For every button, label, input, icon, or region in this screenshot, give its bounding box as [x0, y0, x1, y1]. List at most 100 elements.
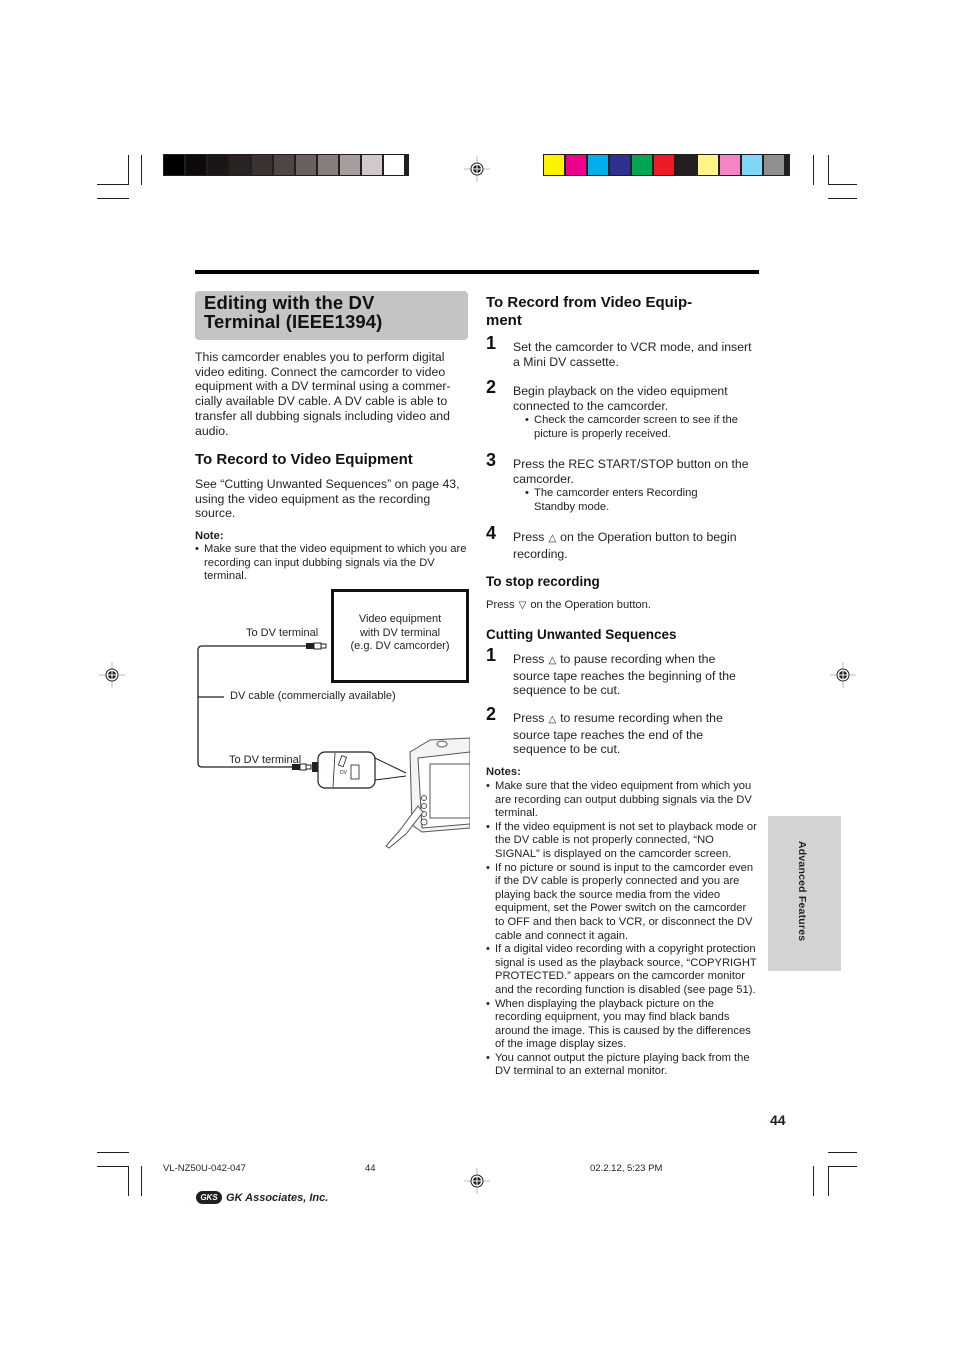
section-title-box: Editing with the DV Terminal (IEEE1394) — [195, 291, 468, 340]
step-text: Press the REC START/STOP button on the c… — [513, 457, 749, 486]
cutting-step-2: 2 Press △ to resume recording when the sou… — [486, 705, 761, 757]
step-subnote: The camcorder enters Recording Standby m… — [525, 487, 734, 514]
color-swatch — [318, 155, 338, 175]
section-side-tab: Advanced Features — [768, 816, 841, 971]
record-to-text: See “Cutting Unwanted Sequences” on page… — [195, 477, 460, 521]
step-text: Press △ to pause recording when the source… — [513, 652, 748, 698]
crop-mark — [97, 184, 129, 185]
color-swatch — [566, 155, 586, 175]
color-swatch — [764, 155, 784, 175]
step-text-pre: Press — [513, 711, 545, 725]
crop-mark — [128, 1166, 129, 1196]
stop-recording-heading: To stop recording — [486, 574, 600, 589]
cutting-heading: Cutting Unwanted Sequences — [486, 627, 677, 642]
note-title: Note: — [195, 530, 224, 542]
company-name: GK Associates, Inc. — [226, 1191, 329, 1204]
note-item: Make sure that the video equipment from … — [486, 780, 758, 821]
registration-mark-icon — [99, 662, 125, 688]
color-swatch — [164, 155, 184, 175]
step-text: Press △ to resume recording when the sourc… — [513, 711, 758, 757]
record-from-heading-line-1: To Record from Video Equip- — [486, 294, 693, 311]
color-swatch — [186, 155, 206, 175]
stop-recording-text: Press ▽ on the Operation button. — [486, 599, 651, 613]
crop-mark — [828, 155, 829, 185]
notes-title: Notes: — [486, 766, 521, 778]
record-step-4: 4 Press △ on the Operation button to begin… — [486, 524, 761, 561]
header-rule — [195, 270, 759, 274]
registration-mark-icon — [830, 662, 856, 688]
down-triangle-icon: ▽ — [518, 600, 527, 611]
footer-logo: GKS GK Associates, Inc. — [196, 1191, 328, 1204]
crop-mark — [828, 198, 857, 199]
side-tab-label: Advanced Features — [796, 841, 808, 942]
color-swatch — [274, 155, 294, 175]
note-item: You cannot output the picture playing ba… — [486, 1052, 758, 1079]
notes-list: Make sure that the video equipment from … — [486, 780, 758, 1079]
record-step-1: 1 Set the camcorder to VCR mode, and ins… — [486, 334, 761, 369]
registration-mark-icon — [464, 1168, 490, 1194]
color-swatch — [362, 155, 382, 175]
crop-mark — [128, 155, 129, 185]
record-from-heading: To Record from Video Equip- ment — [486, 294, 692, 330]
crop-mark — [97, 1152, 129, 1153]
step-number: 1 — [486, 645, 497, 665]
color-swatch — [384, 155, 404, 175]
step-number: 4 — [486, 523, 497, 543]
color-swatch — [296, 155, 316, 175]
step-text: Set the camcorder to VCR mode, and inser… — [513, 340, 752, 369]
step-text-pre: Press — [513, 652, 545, 666]
record-step-3: 3 Press the REC START/STOP button on the… — [486, 451, 761, 515]
step-number: 1 — [486, 333, 497, 353]
intro-paragraph: This camcorder enables you to perform di… — [195, 350, 451, 438]
note-item: When displaying the playback picture on … — [486, 998, 758, 1052]
camcorder-illustration — [385, 737, 470, 849]
color-swatch — [340, 155, 360, 175]
step-number: 2 — [486, 704, 497, 724]
color-swatch — [676, 155, 696, 175]
color-swatch — [230, 155, 250, 175]
color-swatch — [632, 155, 652, 175]
footer-date: 02.2.12, 5:23 PM — [590, 1163, 663, 1174]
crop-mark — [141, 1166, 142, 1196]
crop-mark — [828, 1166, 829, 1196]
color-swatch — [698, 155, 718, 175]
dv-plug-bottom — [292, 763, 312, 771]
step-text: Press △ on the Operation button to begin r… — [513, 530, 761, 561]
grayscale-color-bar — [163, 154, 409, 176]
title-line-2: Terminal (IEEE1394) — [204, 311, 383, 332]
label-to-dv-terminal-top: To DV terminal — [246, 627, 319, 639]
step-text-post: to pause recording when the source tape … — [513, 652, 736, 698]
dv-plug-top — [306, 642, 327, 650]
port-label: DV — [340, 770, 348, 776]
registration-mark-icon — [464, 156, 490, 182]
note-item: If no picture or sound is input to the c… — [486, 862, 758, 944]
crop-mark — [828, 1152, 857, 1153]
step-number: 2 — [486, 377, 497, 397]
step-text-post: to resume recording when the source tape… — [513, 711, 723, 757]
up-triangle-icon: △ — [548, 714, 557, 725]
color-swatch — [588, 155, 608, 175]
crop-mark — [97, 1166, 129, 1167]
process-color-bar — [543, 154, 790, 176]
crop-mark — [828, 184, 857, 185]
page-number: 44 — [770, 1112, 786, 1128]
footer-page: 44 — [365, 1163, 376, 1174]
color-swatch — [544, 155, 564, 175]
step-number: 3 — [486, 450, 497, 470]
record-step-2: 2 Begin playback on the video equipment … — [486, 378, 761, 442]
crop-mark — [141, 155, 142, 185]
color-swatch — [252, 155, 272, 175]
color-swatch — [610, 155, 630, 175]
step-subnote: Check the camcorder screen to see if the… — [525, 414, 754, 441]
stop-text-post: on the Operation button. — [530, 599, 651, 611]
crop-mark — [813, 1166, 814, 1196]
cutting-step-1: 1 Press △ to pause recording when the sour… — [486, 646, 761, 698]
stop-text-pre: Press — [486, 599, 515, 611]
gks-logo-icon: GKS — [196, 1191, 222, 1204]
record-from-heading-line-2: ment — [486, 312, 522, 329]
color-swatch — [654, 155, 674, 175]
crop-mark — [97, 198, 129, 199]
step-text-pre: Press — [513, 530, 545, 544]
footer-file-name: VL-NZ50U-042-047 — [163, 1163, 246, 1174]
color-swatch — [720, 155, 740, 175]
